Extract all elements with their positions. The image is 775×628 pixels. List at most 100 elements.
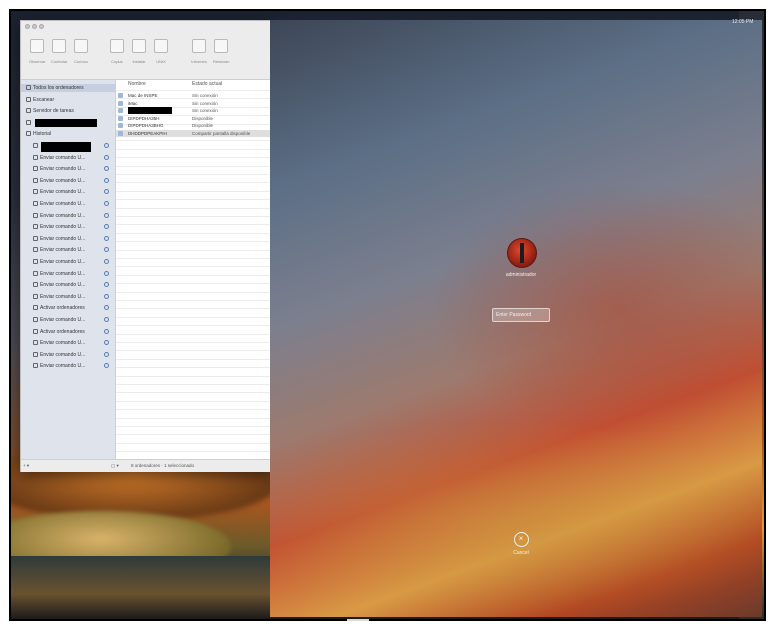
sidebar-item[interactable]: Enviar comando U... — [21, 351, 115, 359]
row-separator — [116, 190, 271, 192]
row-separator — [116, 241, 271, 243]
unix-command-icon — [33, 154, 38, 160]
view-options-icon[interactable]: ▢ ▾ — [111, 460, 119, 472]
computer-status: Sin conexión — [192, 93, 218, 98]
task-status-icon — [104, 166, 109, 172]
row-separator — [116, 157, 271, 159]
sidebar-item[interactable]: Enviar comando U... — [21, 223, 115, 231]
sidebar-item[interactable]: Enviar comando U... — [21, 293, 115, 301]
task-status-icon — [104, 270, 109, 276]
sidebar-item-label: Escanear — [33, 96, 55, 103]
row-separator — [116, 434, 271, 436]
sidebar-item-label: Enviar comando U... — [40, 224, 86, 231]
row-separator — [116, 258, 271, 259]
computer-status: Sin conexión — [192, 108, 218, 114]
sidebar-item[interactable]: Activar ordenadores — [21, 328, 115, 336]
cancel-button[interactable]: × Cancel — [506, 532, 536, 556]
sidebar-item[interactable]: Enviar comando U... — [21, 165, 115, 173]
sidebar-item[interactable]: Enviar comando U... — [21, 270, 115, 278]
unix-command-icon — [33, 235, 38, 241]
toolbar-label: UNIX — [156, 59, 166, 64]
window-titlebar[interactable] — [21, 21, 271, 31]
item-icon — [33, 143, 38, 148]
sidebar-item-label: Enviar comando U... — [40, 317, 86, 323]
minimize-icon[interactable] — [32, 24, 37, 29]
sidebar-item[interactable]: Enviar comando U... — [21, 200, 115, 208]
sidebar-item[interactable]: Enviar comando U... — [21, 212, 115, 220]
zoom-icon[interactable] — [39, 24, 44, 29]
column-header-status[interactable]: Estado actual — [192, 80, 222, 89]
toolbar-curioso-button[interactable]: Curioso — [73, 39, 89, 64]
password-field[interactable] — [492, 308, 550, 322]
username-label: administrador — [505, 272, 537, 278]
unix-command-icon — [33, 166, 38, 172]
history-icon — [26, 131, 31, 137]
sidebar-item-label: Enviar comando U... — [40, 282, 86, 289]
close-circle-icon[interactable]: × — [513, 532, 529, 547]
toolbar-informes-button[interactable]: Informes — [191, 39, 207, 64]
sidebar-item[interactable]: Historial — [21, 130, 115, 138]
table-row[interactable]: iMac Sin conexión — [116, 100, 271, 107]
toolbar-unix-button[interactable]: UNIX — [153, 39, 169, 64]
row-separator — [116, 266, 271, 268]
task-status-icon — [104, 212, 109, 218]
unix-command-icon — [33, 224, 38, 230]
sidebar-item[interactable]: Enviar comando U... — [21, 362, 115, 370]
table-row[interactable]: DHDDPDPEAKPIH Compartir pantalla disponib… — [116, 130, 271, 137]
column-header-name[interactable]: Nombre — [128, 80, 146, 89]
row-separator — [116, 350, 271, 352]
sidebar-item[interactable]: Enviar comando U... — [21, 188, 115, 196]
row-separator — [116, 232, 271, 234]
sidebar-item[interactable]: Enviar comando U... — [21, 177, 115, 185]
unix-command-icon — [33, 293, 38, 299]
task-status-icon — [104, 235, 109, 241]
close-icon[interactable] — [25, 24, 30, 29]
sidebar-item[interactable] — [21, 142, 115, 152]
sidebar-item[interactable]: Escanear — [21, 96, 115, 104]
sidebar-item[interactable]: Enviar comando U... — [21, 154, 115, 162]
wake-icon — [33, 305, 38, 311]
unix-icon — [154, 39, 168, 53]
sidebar-item[interactable]: Enviar comando U... — [21, 316, 115, 324]
table-row[interactable]: DIPDPDHA35H Disponible — [116, 115, 271, 122]
sidebar-item[interactable]: Todos los ordenadores — [21, 84, 115, 92]
row-separator — [116, 426, 271, 427]
redacted-label — [41, 142, 91, 152]
sidebar-item[interactable]: Enviar comando U... — [21, 258, 115, 266]
computer-status: Sin conexión — [192, 100, 218, 106]
table-row[interactable]: DIPDPDHA3BHG Disponible — [116, 122, 271, 129]
computer-name: iMac — [128, 100, 138, 106]
row-separator — [116, 333, 271, 335]
sidebar-item[interactable]: Servidor de tareas — [21, 107, 115, 115]
task-status-icon — [104, 351, 109, 357]
user-avatar[interactable] — [507, 238, 537, 268]
sidebar-item-label: Historial — [33, 131, 52, 138]
toolbar-reinician-button[interactable]: Reinician — [213, 39, 229, 64]
sidebar-item-label: Enviar comando U... — [40, 270, 86, 277]
sidebar-item-label: Enviar comando U... — [40, 201, 86, 207]
sidebar-item[interactable]: Activar ordenadores — [21, 304, 115, 312]
sidebar-item-label: Enviar comando U... — [40, 166, 86, 173]
remote-desktop-window[interactable]: Observar Controlar Curioso Copiar Instalar UN… — [20, 20, 272, 472]
computer-icon — [118, 93, 123, 98]
sidebar-item[interactable] — [21, 118, 115, 127]
sidebar-item[interactable]: Enviar comando U... — [21, 235, 115, 243]
toolbar-controlar-button[interactable]: Controlar — [51, 39, 67, 64]
table-row[interactable]: Mac de INSPE Sin conexión — [116, 92, 271, 99]
toolbar-copiar-button[interactable]: Copiar — [109, 39, 125, 64]
row-separator — [116, 367, 271, 369]
row-separator — [116, 148, 271, 150]
dock-indicator — [347, 619, 369, 621]
computer-icon — [118, 100, 123, 106]
menubar-clock[interactable]: 12:05 PM — [732, 19, 753, 25]
table-row[interactable]: Sin conexión — [116, 107, 271, 115]
toolbar-instalar-button[interactable]: Instalar — [131, 39, 147, 64]
sidebar-item-label: Enviar comando U... — [40, 293, 86, 300]
sidebar-item[interactable]: Enviar comando U... — [21, 339, 115, 347]
add-list-icon[interactable]: + ▾ — [23, 460, 29, 472]
window-toolbar: Observar Controlar Curioso Copiar Instalar UN… — [21, 33, 271, 80]
unix-command-icon — [33, 282, 38, 288]
sidebar-item[interactable]: Enviar comando U... — [21, 281, 115, 289]
sidebar-item[interactable]: Enviar comando U... — [21, 246, 115, 254]
toolbar-observar-button[interactable]: Observar — [29, 39, 45, 64]
